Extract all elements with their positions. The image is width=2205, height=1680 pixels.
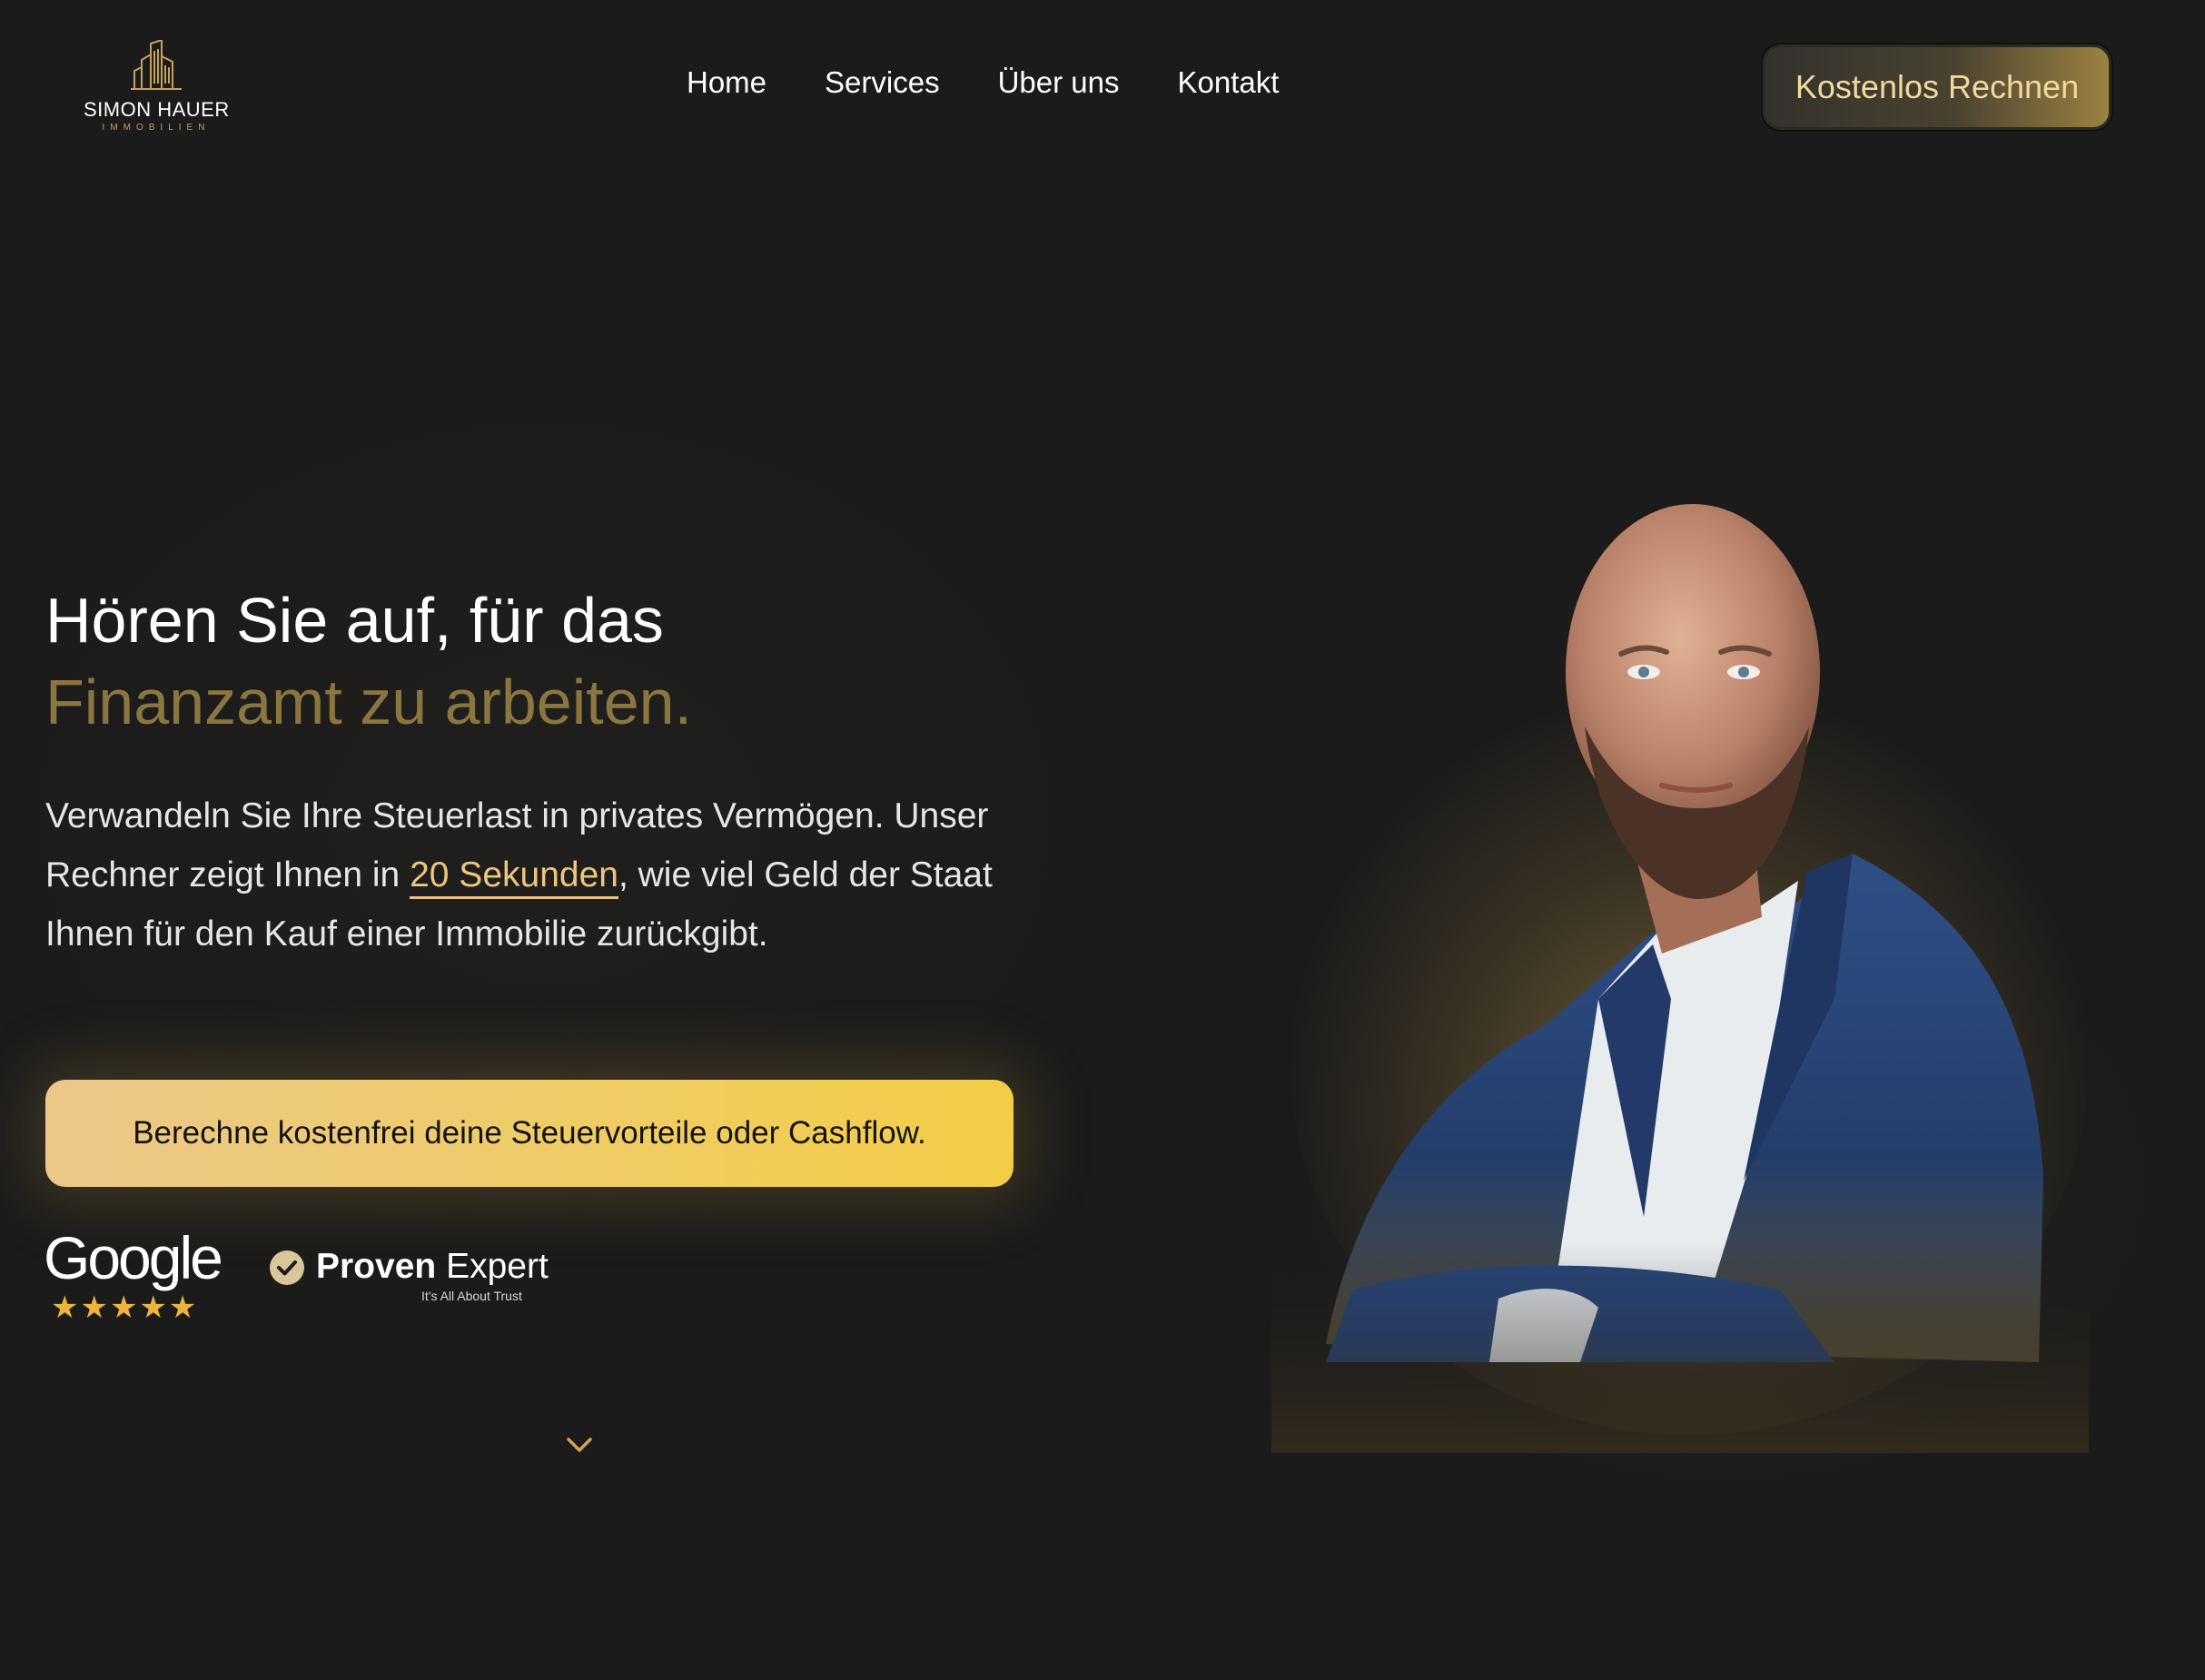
brand-subtitle: IMMOBILIEN [102,123,211,133]
proven-bold-text: Proven [316,1247,437,1286]
nav-item-services[interactable]: Services [825,65,940,100]
hero-headline: Hören Sie auf, für das Finanzamt zu arbe… [45,579,692,743]
calculate-free-button[interactable]: Kostenlos Rechnen [1763,44,2111,130]
site-header: SIMON HAUER IMMOBILIEN Home Services Übe… [0,0,2205,173]
logo[interactable]: SIMON HAUER IMMOBILIEN [84,40,229,136]
chevron-down-icon[interactable] [561,1429,598,1460]
google-rating-badge[interactable]: Google ★★★★★ [44,1226,225,1326]
portrait-image [1271,490,2089,1453]
nav-item-about[interactable]: Über uns [998,65,1120,100]
lead-highlight: 20 Sekunden [410,855,618,899]
brand-name: SIMON HAUER [84,98,230,121]
main-nav: Home Services Über uns Kontakt [687,65,1337,100]
headline-line-1: Hören Sie auf, für das [45,585,664,656]
proven-expert-badge[interactable]: Proven Expert It's All About Trust [269,1246,549,1309]
building-icon [131,40,182,90]
google-logo: Google [44,1224,223,1291]
landing-page: SIMON HAUER IMMOBILIEN Home Services Übe… [0,0,2205,1680]
proven-expert-logo: Proven Expert [316,1246,549,1288]
nav-item-home[interactable]: Home [687,65,766,100]
headline-line-2: Finanzamt zu arbeiten. [45,667,693,737]
nav-item-contact[interactable]: Kontakt [1177,65,1279,100]
proven-expert-tagline: It's All About Trust [421,1289,522,1303]
check-circle-icon [270,1250,304,1285]
hero-lead: Verwandeln Sie Ihre Steuerlast in privat… [45,786,1063,964]
proven-light-text: Expert [446,1247,549,1286]
calculate-tax-benefits-button[interactable]: Berechne kostenfrei deine Steuervorteile… [45,1080,1014,1187]
star-rating: ★★★★★ [51,1290,199,1325]
